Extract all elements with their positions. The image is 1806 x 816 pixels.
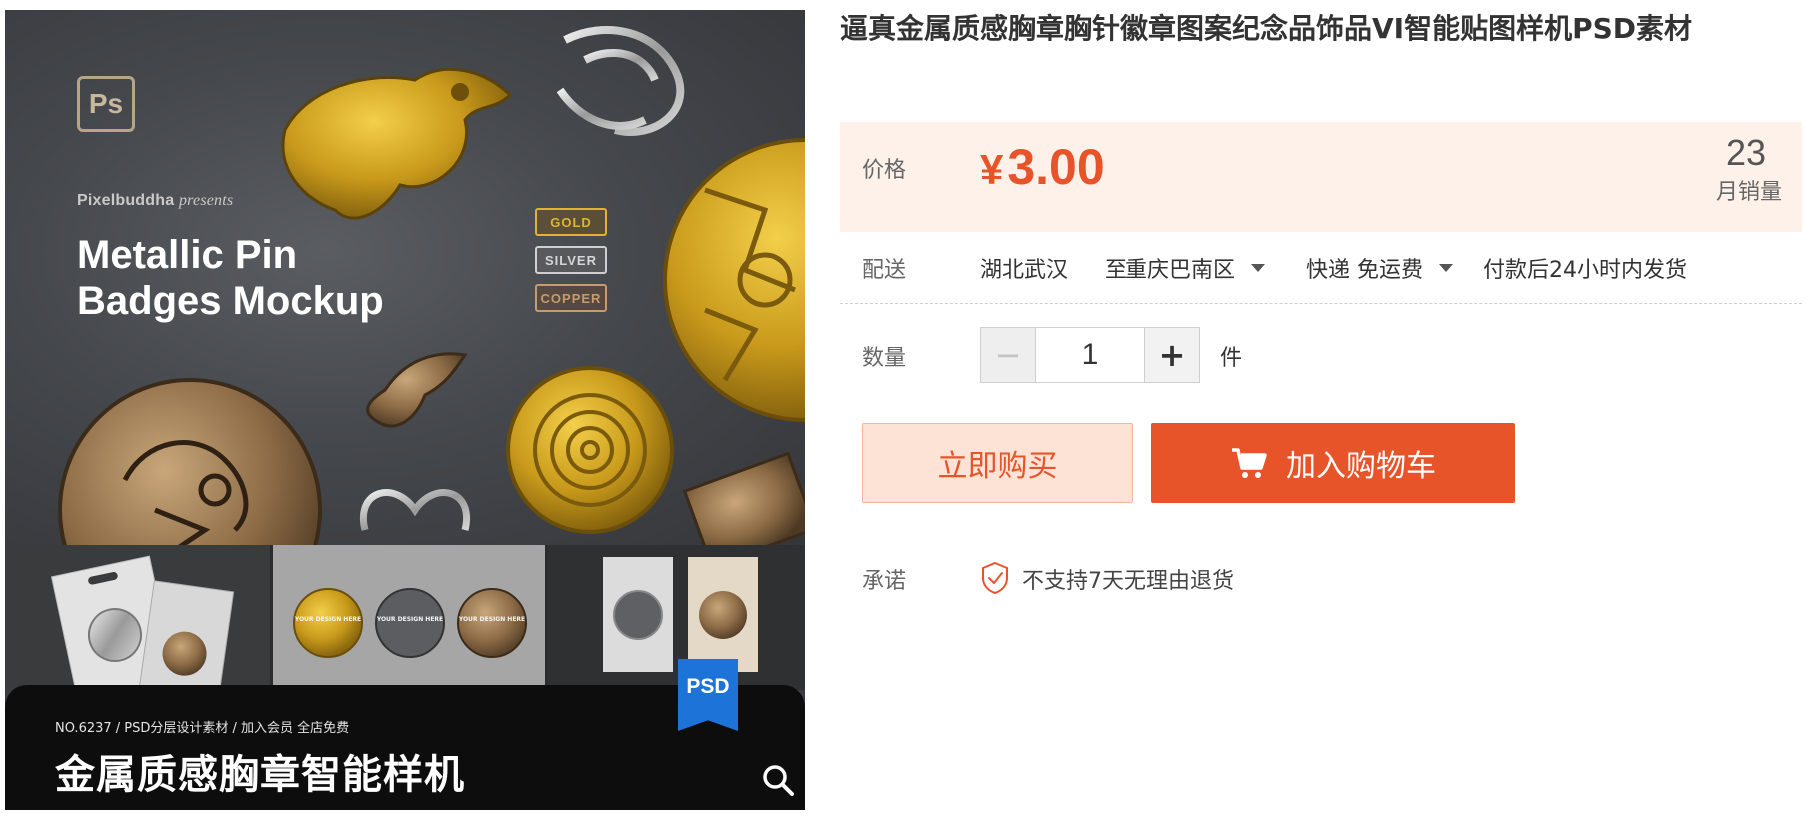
quantity-stepper: − 1 +: [980, 327, 1200, 383]
search-icon[interactable]: [760, 762, 796, 798]
banner-meta-text: NO.6237 / PSD分层设计素材 / 加入会员 全店免费: [55, 721, 350, 736]
monthly-sales: 23 月销量: [1716, 132, 1782, 206]
gold-tag: GOLD: [535, 208, 607, 236]
ship-to-dropdown[interactable]: 重庆巴南区: [1125, 252, 1266, 284]
quantity-unit: 件: [1220, 346, 1243, 371]
ship-to-value: 重庆巴南区: [1125, 258, 1236, 283]
add-to-cart-label: 加入购物车: [1286, 449, 1436, 484]
badge-text-silver: YOUR DESIGN HERE: [376, 616, 443, 623]
presenter-credit: Pixelbuddha presents: [77, 192, 233, 210]
photoshop-logo: Ps: [77, 76, 135, 132]
quantity-row: 数量 − 1 + 件: [840, 305, 1802, 405]
product-image-gallery[interactable]: Ps Pixelbuddha presents Metallic Pin Bad…: [5, 10, 805, 810]
price-label: 价格: [862, 158, 907, 183]
product-title: 逼真金属质感胸章胸针徽章图案纪念品饰品VI智能贴图样机PSD素材: [840, 12, 1693, 45]
add-to-cart-button[interactable]: 加入购物车: [1151, 423, 1515, 503]
copper-tag: COPPER: [535, 284, 607, 312]
price-value: ¥3.00: [980, 138, 1105, 196]
promise-label: 承诺: [862, 569, 907, 594]
buy-now-button[interactable]: 立即购买: [862, 423, 1133, 503]
card-badges-preview: [548, 545, 805, 690]
silver-tag: SILVER: [535, 246, 607, 274]
shipping-row: 配送 湖北武汉 至 重庆巴南区 快递 免运费 付款后24小时内发货: [840, 232, 1802, 304]
quantity-input[interactable]: 1: [1035, 328, 1145, 382]
shipping-label: 配送: [862, 258, 907, 283]
buy-now-label: 立即购买: [937, 449, 1058, 484]
ship-method-dropdown[interactable]: 快递 免运费: [1306, 252, 1453, 284]
monthly-sales-count: 23: [1725, 132, 1766, 173]
presenter-suffix: presents: [178, 192, 234, 209]
presenter-name: Pixelbuddha: [77, 192, 175, 209]
promise-row: 承诺 不支持7天无理由退货: [840, 555, 1802, 605]
price-amount: 3.00: [1007, 139, 1105, 195]
price-panel: 价格 ¥3.00 23 月销量: [840, 122, 1802, 232]
cart-icon: [1232, 448, 1267, 478]
chevron-down-icon: [1439, 264, 1453, 272]
badge-text-gold: YOUR DESIGN HERE: [294, 616, 361, 623]
shield-check-icon: [982, 561, 1008, 595]
banner-title: 金属质感胸章智能样机: [55, 752, 465, 798]
chevron-down-icon: [1251, 264, 1266, 272]
ship-to-word: 至: [1105, 258, 1128, 283]
ship-method-value: 快递 免运费: [1306, 258, 1423, 283]
quantity-label: 数量: [862, 346, 907, 371]
currency-symbol: ¥: [980, 146, 1004, 193]
badge-text-copper: YOUR DESIGN HERE: [458, 616, 525, 623]
quantity-increase-button[interactable]: +: [1145, 328, 1199, 382]
product-main-image[interactable]: Ps Pixelbuddha presents Metallic Pin Bad…: [5, 10, 805, 545]
ship-from: 湖北武汉: [980, 258, 1069, 283]
monthly-sales-label: 月销量: [1715, 180, 1782, 205]
three-badges-preview: YOUR DESIGN HERE YOUR DESIGN HERE YOUR D…: [273, 545, 545, 690]
hero-title-line-1: Metallic Pin: [77, 233, 298, 277]
hero-title: Metallic Pin Badges Mockup: [77, 232, 497, 324]
quantity-decrease-button[interactable]: −: [981, 328, 1035, 382]
promise-text: 不支持7天无理由退货: [1022, 569, 1234, 594]
hero-title-line-2: Badges Mockup: [77, 279, 384, 323]
ship-time: 付款后24小时内发货: [1483, 258, 1687, 283]
hang-tag-preview: [5, 545, 270, 690]
